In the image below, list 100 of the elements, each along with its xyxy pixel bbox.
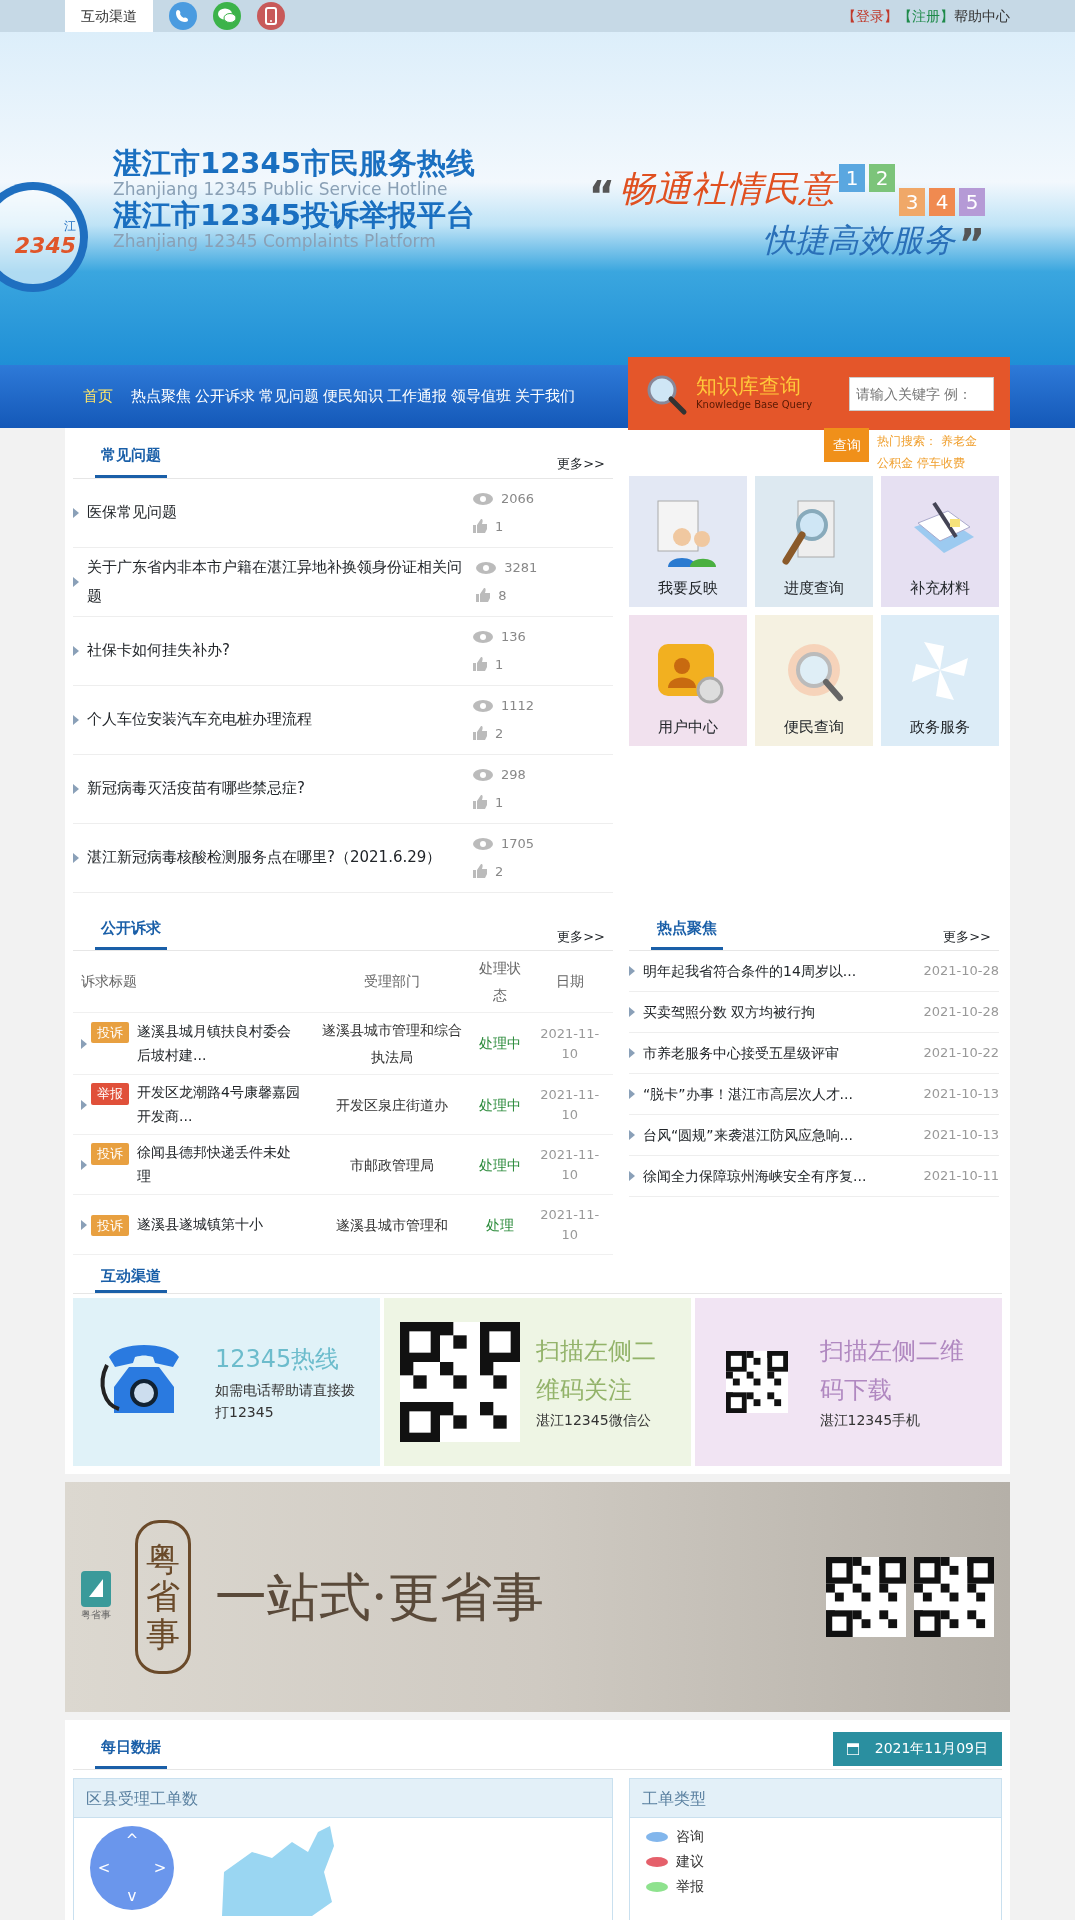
eye-icon <box>473 699 493 712</box>
eye-icon <box>473 492 493 505</box>
caret-icon <box>73 852 79 863</box>
number-tile: 3 <box>899 188 925 216</box>
panel-title: 区县受理工单数 <box>73 1778 613 1819</box>
complaint-tag: 举报 <box>91 1083 129 1105</box>
more-link[interactable]: 更多>> <box>557 926 613 950</box>
complaint-tag: 投诉 <box>91 1214 129 1237</box>
ad-vertical-title: 粤省事 <box>135 1519 191 1674</box>
date-button[interactable]: 2021年11月09日 <box>832 1731 1002 1766</box>
search-field[interactable]: 请输入关键字 例： <box>849 376 994 411</box>
caret-icon <box>73 714 79 725</box>
section-tab[interactable]: 热点聚焦 <box>651 908 723 950</box>
eye-icon <box>473 768 493 781</box>
table-cell: 遂溪县城市管理和综合执法局 <box>310 1012 473 1075</box>
section-tab[interactable]: 常见问题 <box>95 436 167 478</box>
complaint-link[interactable]: 徐闻县德邦快递丢件未处理 <box>137 1141 305 1189</box>
nav-tab[interactable]: 热点聚焦 <box>129 385 193 408</box>
table-cell: 遂溪县城市管理和 <box>310 1194 473 1255</box>
date-cell: 2021-11-10 <box>526 1012 613 1075</box>
view-count: 1705 <box>501 835 535 853</box>
news-link[interactable]: 徐闻全力保障琼州海峡安全有序复... <box>643 1165 916 1187</box>
panel-title: 工单类型 <box>629 1778 1002 1819</box>
view-count: 136 <box>501 628 526 646</box>
calendar-icon <box>846 1742 859 1755</box>
news-date: 2021-10-13 <box>923 1126 999 1145</box>
status-cell: 处理中 <box>472 1012 527 1075</box>
like-count: 1 <box>495 793 504 812</box>
service-tile[interactable]: 用户中心 <box>629 615 747 746</box>
news-link[interactable]: 明年起我省符合条件的14周岁以... <box>643 960 916 982</box>
number-tile: 1 <box>839 164 865 192</box>
channel-heading: 扫描左侧二维码关注 <box>536 1336 657 1406</box>
thumbs-up-icon <box>473 864 487 879</box>
top-link[interactable]: 【登录】 <box>842 5 898 27</box>
ad-logo-text: 粤省事 <box>81 1608 111 1623</box>
thumbs-up-icon <box>476 588 491 603</box>
logo-number: 2345 <box>14 235 76 257</box>
view-count: 3281 <box>504 559 538 577</box>
nav-tab[interactable]: 便民知识 <box>321 385 385 408</box>
like-count: 2 <box>495 862 504 881</box>
thumbs-up-icon <box>473 726 487 741</box>
like-count: 1 <box>495 655 504 674</box>
news-date: 2021-10-28 <box>923 1003 999 1022</box>
news-link[interactable]: 台风“圆规”来袭湛江防风应急响... <box>643 1124 916 1146</box>
caret-icon <box>629 1007 635 1017</box>
faq-link[interactable]: 湛江新冠病毒核酸检测服务点在哪里?（2021.6.29） <box>87 843 465 872</box>
legend-label: 举报 <box>676 1877 704 1897</box>
number-tile: 5 <box>959 188 985 216</box>
column-header: 受理部门 <box>310 951 473 1013</box>
quote-mark: ” <box>958 224 985 264</box>
caret-icon <box>629 1130 635 1140</box>
phone-icon[interactable] <box>169 2 197 30</box>
status-cell: 处理中 <box>472 1134 527 1195</box>
faq-link[interactable]: 个人车位安装汽车充电桩办理流程 <box>87 705 465 734</box>
complaint-tag: 投诉 <box>91 1143 129 1165</box>
nav-tab[interactable]: 首页 <box>81 385 129 408</box>
caret-icon <box>73 645 79 656</box>
hot-search-label: 热门搜索： <box>877 433 938 450</box>
section-tab[interactable]: 公开诉求 <box>95 908 167 950</box>
ad-slogan: 一站式·更省事 <box>215 1565 544 1629</box>
news-date: 2021-10-22 <box>923 1044 999 1063</box>
news-link[interactable]: 市养老服务中心接受五星级评审 <box>643 1042 916 1064</box>
legend-label: 建议 <box>676 1852 704 1872</box>
service-tile[interactable]: 政务服务 <box>881 615 999 746</box>
status-cell: 处理中 <box>472 1074 527 1135</box>
top-link[interactable]: 帮助中心 <box>954 5 1010 27</box>
complaint-tag: 投诉 <box>91 1022 129 1044</box>
faq-link[interactable]: 医保常见问题 <box>87 498 465 527</box>
faq-link[interactable]: 关于广东省内非本市户籍在湛江异地补换领身份证相关问题 <box>87 553 469 610</box>
channel-label: 互动渠道 <box>65 0 153 32</box>
channel-text: 湛江12345微信公 <box>536 1411 652 1431</box>
status-cell: 处理 <box>472 1194 527 1255</box>
caret-icon <box>81 1038 87 1049</box>
logo-char: 江 <box>64 218 76 235</box>
more-link[interactable]: 更多>> <box>943 926 999 950</box>
complaint-link[interactable]: 遂溪县城月镇扶良村委会后坡村建... <box>137 1020 305 1068</box>
nav-tab[interactable]: 工作通报 <box>385 385 449 408</box>
news-link[interactable]: “脱卡”办事！湛江市高层次人才... <box>643 1083 916 1105</box>
section-tab[interactable]: 每日数据 <box>95 1727 167 1770</box>
nav-tab[interactable]: 领导值班 <box>449 385 513 408</box>
service-tile[interactable]: 便民查询 <box>755 615 873 746</box>
service-tile[interactable]: 进度查询 <box>755 476 873 607</box>
caret-icon <box>81 1159 87 1170</box>
faq-link[interactable]: 社保卡如何挂失补办? <box>87 636 465 665</box>
news-link[interactable]: 买卖驾照分数 双方均被行拘 <box>643 1001 916 1023</box>
nav-tab[interactable]: 常见问题 <box>257 385 321 408</box>
column-header: 诉求标题 <box>73 951 311 1013</box>
complaint-link[interactable]: 遂溪县遂城镇第十小 <box>137 1212 263 1237</box>
nav-tab[interactable]: 关于我们 <box>513 385 577 408</box>
section-tab[interactable]: 互动渠道 <box>95 1263 167 1293</box>
nav-tab[interactable]: 公开诉求 <box>193 385 257 408</box>
service-tile[interactable]: 补充材料 <box>881 476 999 607</box>
complaint-link[interactable]: 开发区龙潮路4号康馨嘉园开发商... <box>137 1081 305 1129</box>
app-logo-icon <box>81 1571 111 1608</box>
faq-link[interactable]: 新冠病毒灭活疫苗有哪些禁忌症? <box>87 774 465 803</box>
column-header: 处理状态 <box>472 951 527 1013</box>
more-link[interactable]: 更多>> <box>557 454 613 478</box>
service-tile[interactable]: 我要反映 <box>629 476 747 607</box>
chat-icon[interactable] <box>213 2 241 30</box>
mobile-phone-icon[interactable] <box>257 2 285 30</box>
